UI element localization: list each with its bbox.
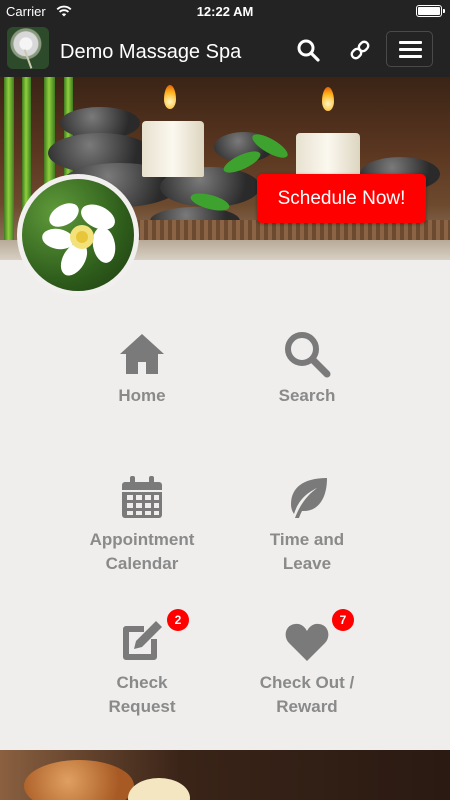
- check-request-tile[interactable]: 2 Check Request: [62, 609, 222, 719]
- home-label: Home: [118, 386, 166, 405]
- time-and-leave-label: Time and Leave: [269, 530, 345, 573]
- check-out-reward-label: Check Out / Reward: [259, 673, 355, 716]
- edit-icon: [123, 621, 162, 660]
- battery-icon: [416, 5, 445, 17]
- search-tile[interactable]: Search: [227, 330, 387, 408]
- hamburger-icon: [399, 41, 422, 44]
- status-time: 12:22 AM: [196, 4, 254, 19]
- profile-avatar: [17, 174, 139, 296]
- menu-button[interactable]: [386, 31, 433, 67]
- plumeria-flower-image: [42, 203, 116, 276]
- home-icon: [120, 334, 164, 374]
- check-request-badge: 2: [167, 609, 189, 631]
- check-out-reward-tile[interactable]: 7 Check Out / Reward: [227, 609, 387, 719]
- calendar-icon: [122, 476, 162, 518]
- search-icon[interactable]: [296, 38, 320, 62]
- leaf-icon: [291, 478, 327, 518]
- time-and-leave-tile[interactable]: Time and Leave: [227, 474, 387, 576]
- heart-icon: [285, 623, 329, 661]
- check-request-label: Check Request: [108, 673, 176, 716]
- nav-bar: Demo Massage Spa: [0, 22, 450, 77]
- bottom-banner-image: [0, 750, 450, 800]
- link-icon[interactable]: [348, 38, 372, 62]
- appointment-calendar-tile[interactable]: Appointment Calendar: [62, 474, 222, 576]
- search-label: Search: [278, 386, 336, 405]
- home-tile[interactable]: Home: [62, 330, 222, 408]
- schedule-now-button[interactable]: Schedule Now!: [257, 174, 426, 223]
- status-bar: Carrier 12:22 AM: [0, 0, 450, 22]
- check-out-reward-badge: 7: [332, 609, 354, 631]
- app-title: Demo Massage Spa: [60, 41, 242, 63]
- app-logo: [7, 27, 49, 69]
- search-icon: [285, 332, 331, 378]
- appointment-calendar-label: Appointment Calendar: [89, 530, 195, 573]
